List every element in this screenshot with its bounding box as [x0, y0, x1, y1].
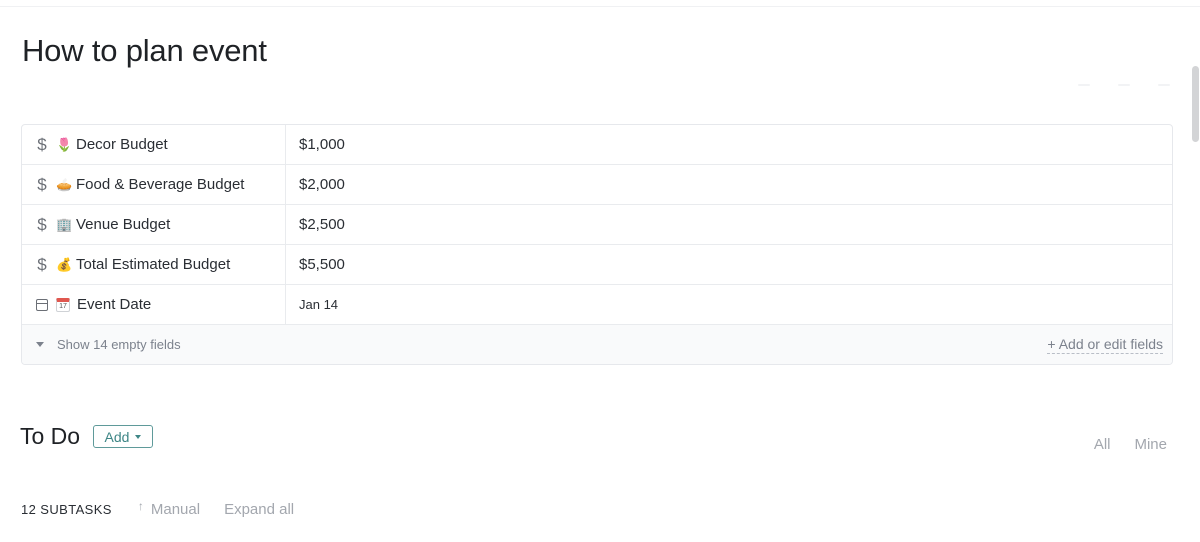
field-value-input[interactable]: $2,000: [286, 165, 1172, 204]
custom-fields-panel: $ 🌷 Decor Budget $1,000 $ 🥧 Food & Bever…: [21, 124, 1173, 365]
currency-icon: $: [37, 174, 47, 194]
sort-label: Manual: [150, 501, 201, 518]
scrollbar[interactable]: [1192, 66, 1199, 142]
field-label: Event Date: [77, 296, 152, 313]
field-label: Decor Budget: [76, 136, 168, 153]
field-label: Venue Budget: [76, 216, 171, 233]
field-label: Total Estimated Budget: [76, 256, 231, 273]
show-empty-label: Show 14 empty fields: [57, 337, 181, 352]
money-bag-emoji-icon: 💰: [56, 256, 73, 272]
field-name: 17 Event Date: [22, 285, 286, 324]
todo-heading: To Do: [20, 423, 81, 449]
fields-footer: Show 14 empty fields + Add or edit field…: [22, 325, 1172, 364]
field-name: $ 🏢 Venue Budget: [22, 205, 286, 244]
field-value-input[interactable]: $2,500: [286, 205, 1172, 244]
calendar-type-icon: [34, 298, 50, 311]
field-row-decor-budget: $ 🌷 Decor Budget $1,000: [22, 125, 1172, 165]
field-row-food-beverage-budget: $ 🥧 Food & Beverage Budget $2,000: [22, 165, 1172, 205]
currency-icon: $: [37, 254, 47, 274]
caret-down-icon: [36, 342, 44, 347]
faint-icon: [1118, 84, 1130, 86]
tab-mine[interactable]: Mine: [1134, 436, 1167, 453]
tulip-emoji-icon: 🌷: [56, 136, 73, 152]
field-value-input[interactable]: $1,000: [286, 125, 1172, 164]
field-name: $ 💰 Total Estimated Budget: [22, 245, 286, 284]
field-name: $ 🥧 Food & Beverage Budget: [22, 165, 286, 204]
pie-emoji-icon: 🥧: [56, 176, 73, 192]
field-name: $ 🌷 Decor Budget: [22, 125, 286, 164]
field-label: Food & Beverage Budget: [76, 176, 245, 193]
date-value-input[interactable]: Jan 14: [286, 285, 1172, 324]
calendar-emoji-icon: 17: [56, 297, 70, 312]
subtask-count: 12 SUBTASKS: [21, 502, 112, 517]
field-value-input[interactable]: $5,500: [286, 245, 1172, 284]
field-row-event-date: 17 Event Date Jan 14: [22, 285, 1172, 325]
expand-all-button[interactable]: Expand all: [224, 501, 294, 518]
currency-icon: $: [37, 214, 47, 234]
top-bar: [0, 0, 1200, 7]
add-dropdown-button[interactable]: Add: [93, 425, 153, 448]
toolbar-faint-icons: [1078, 84, 1170, 86]
faint-icon: [1078, 84, 1090, 86]
show-empty-fields-button[interactable]: Show 14 empty fields: [36, 337, 181, 352]
field-row-total-estimated-budget: $ 💰 Total Estimated Budget $5,500: [22, 245, 1172, 285]
page-title: How to plan event: [22, 33, 267, 68]
currency-icon: $: [37, 134, 47, 154]
building-emoji-icon: 🏢: [56, 216, 73, 232]
calendar-icon: [36, 298, 48, 311]
tab-all[interactable]: All: [1094, 436, 1111, 453]
add-label: Add: [104, 428, 130, 445]
field-row-venue-budget: $ 🏢 Venue Budget $2,500: [22, 205, 1172, 245]
caret-down-icon: [135, 434, 142, 439]
sort-manual-button[interactable]: ↑ Manual: [137, 498, 201, 519]
arrow-up-icon: ↑: [137, 498, 144, 513]
faint-icon: [1158, 84, 1170, 86]
subtasks-toolbar: 12 SUBTASKS ↑ Manual Expand all: [21, 498, 294, 519]
add-edit-fields-link[interactable]: + Add or edit fields: [1047, 336, 1163, 354]
assignee-filter-tabs: All Mine: [1094, 436, 1167, 453]
